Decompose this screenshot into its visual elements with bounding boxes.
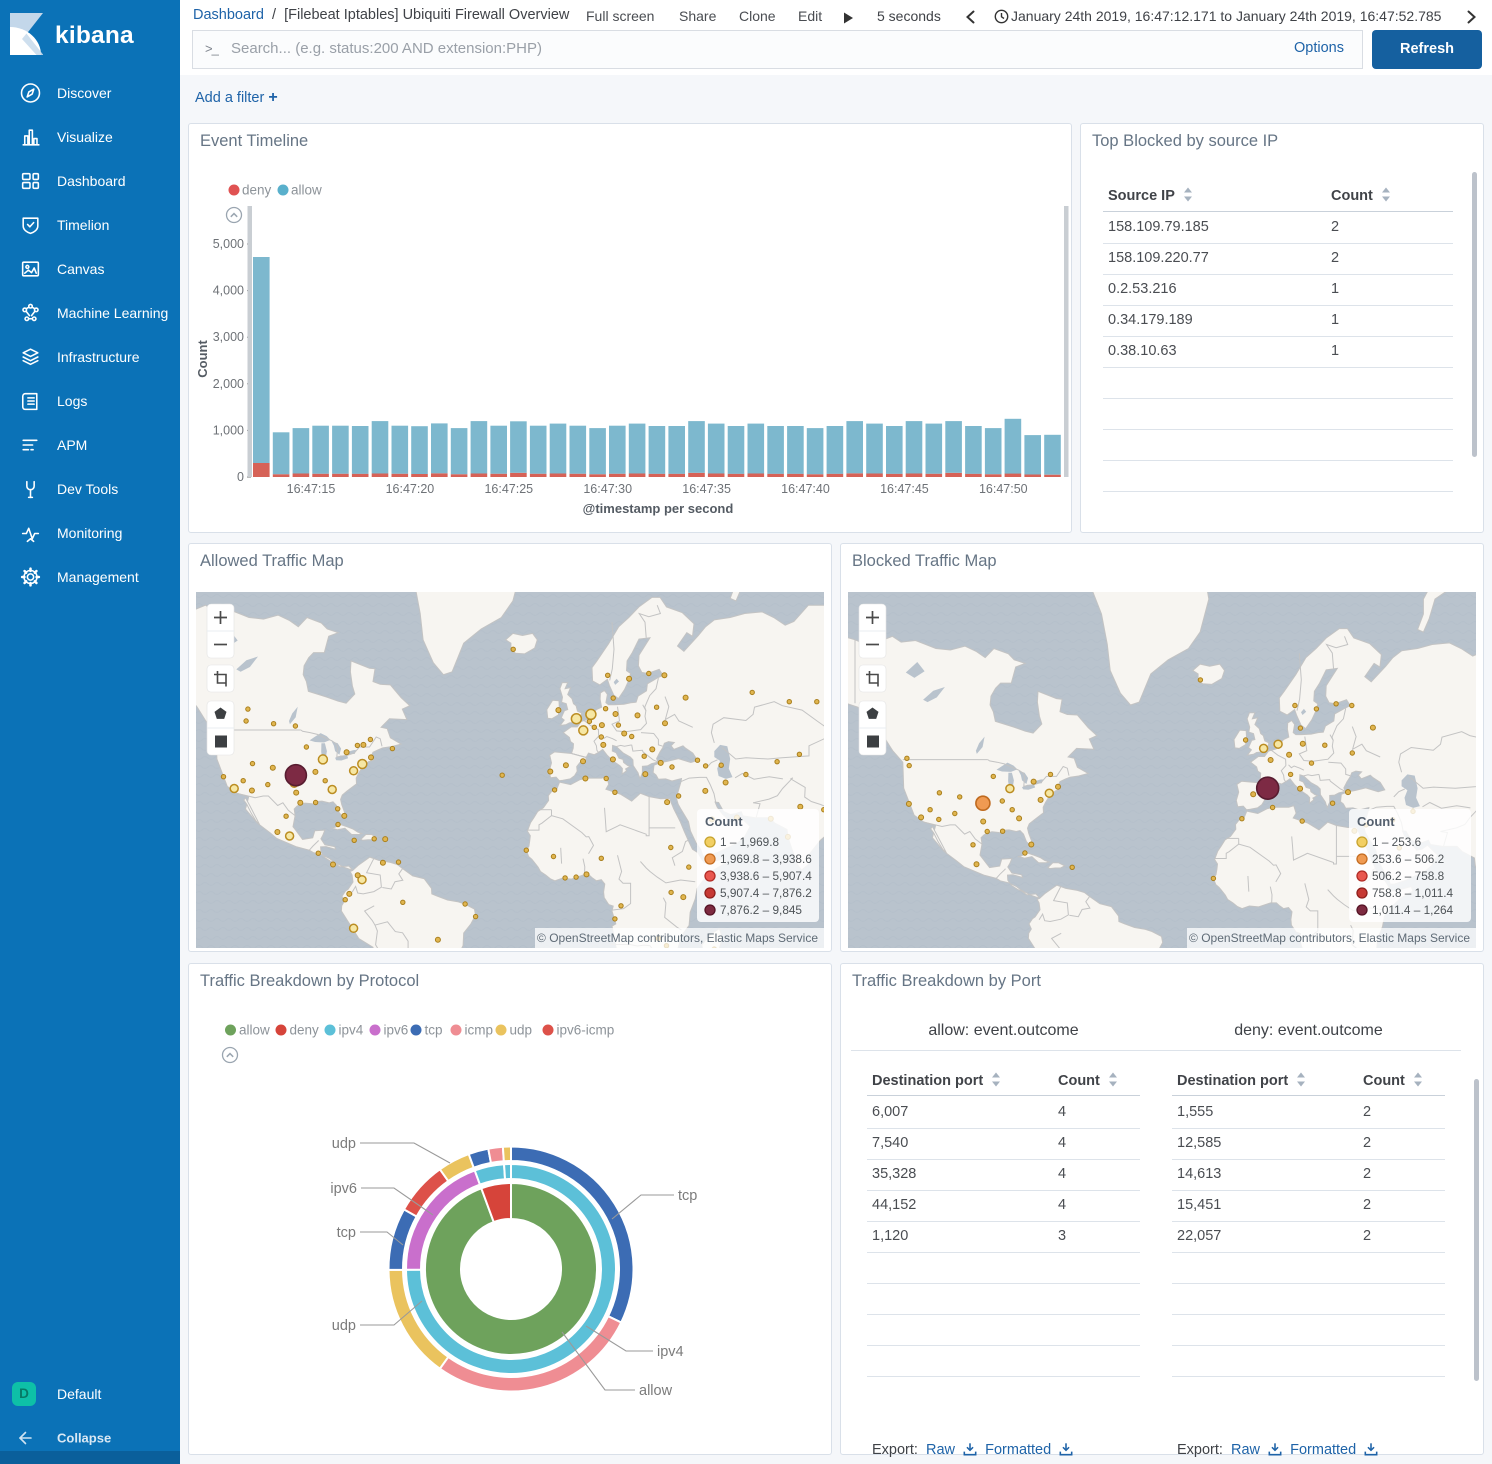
- svg-text:tcp: tcp: [678, 1188, 697, 1204]
- svg-text:udp: udp: [332, 1318, 356, 1334]
- svg-text:allow: allow: [291, 183, 322, 198]
- svg-text:icmp: icmp: [465, 1023, 494, 1038]
- svg-text:1,011.4 – 1,264: 1,011.4 – 1,264: [1372, 903, 1454, 917]
- svg-text:tcp: tcp: [337, 1225, 356, 1241]
- svg-text:758.8 – 1,011.4: 758.8 – 1,011.4: [1372, 886, 1454, 900]
- svg-text:Count: Count: [195, 340, 210, 378]
- svg-text:16:47:50: 16:47:50: [979, 482, 1028, 496]
- svg-text:Count: Count: [705, 814, 743, 829]
- svg-text:ipv4: ipv4: [339, 1023, 364, 1038]
- svg-text:@timestamp per second: @timestamp per second: [583, 501, 734, 516]
- svg-text:udp: udp: [332, 1136, 356, 1152]
- svg-text:deny: deny: [290, 1023, 320, 1038]
- svg-text:© OpenStreetMap contributors,: © OpenStreetMap contributors, Elastic Ma…: [1189, 931, 1470, 945]
- svg-text:udp: udp: [510, 1023, 533, 1038]
- svg-text:ipv4: ipv4: [657, 1344, 684, 1360]
- svg-text:16:47:30: 16:47:30: [583, 482, 632, 496]
- svg-text:5,000: 5,000: [213, 237, 244, 251]
- svg-text:506.2 – 758.8: 506.2 – 758.8: [1372, 869, 1445, 883]
- svg-text:allow: allow: [639, 1383, 673, 1399]
- svg-text:16:47:40: 16:47:40: [781, 482, 830, 496]
- svg-text:16:47:15: 16:47:15: [287, 482, 336, 496]
- svg-text:tcp: tcp: [425, 1023, 443, 1038]
- svg-text:© OpenStreetMap contributors,: © OpenStreetMap contributors, Elastic Ma…: [537, 931, 818, 945]
- svg-text:0: 0: [237, 470, 244, 484]
- svg-text:1 – 1,969.8: 1 – 1,969.8: [720, 835, 779, 849]
- svg-text:1,000: 1,000: [213, 423, 244, 437]
- svg-text:deny: deny: [242, 183, 272, 198]
- svg-text:7,876.2 – 9,845: 7,876.2 – 9,845: [720, 903, 802, 917]
- svg-text:1,969.8 – 3,938.6: 1,969.8 – 3,938.6: [720, 852, 812, 866]
- svg-text:1 – 253.6: 1 – 253.6: [1372, 835, 1422, 849]
- svg-text:5,907.4 – 7,876.2: 5,907.4 – 7,876.2: [720, 886, 812, 900]
- svg-text:2,000: 2,000: [213, 377, 244, 391]
- svg-text:16:47:25: 16:47:25: [484, 482, 533, 496]
- svg-text:allow: allow: [239, 1023, 270, 1038]
- svg-text:16:47:35: 16:47:35: [682, 482, 731, 496]
- svg-text:4,000: 4,000: [213, 284, 244, 298]
- svg-text:ipv6: ipv6: [384, 1023, 409, 1038]
- svg-text:16:47:45: 16:47:45: [880, 482, 929, 496]
- svg-text:ipv6: ipv6: [330, 1181, 357, 1197]
- svg-text:16:47:20: 16:47:20: [386, 482, 435, 496]
- svg-text:3,000: 3,000: [213, 330, 244, 344]
- svg-text:Count: Count: [1357, 814, 1395, 829]
- svg-text:253.6 – 506.2: 253.6 – 506.2: [1372, 852, 1444, 866]
- svg-text:ipv6-icmp: ipv6-icmp: [557, 1023, 615, 1038]
- svg-text:3,938.6 – 5,907.4: 3,938.6 – 5,907.4: [720, 869, 812, 883]
